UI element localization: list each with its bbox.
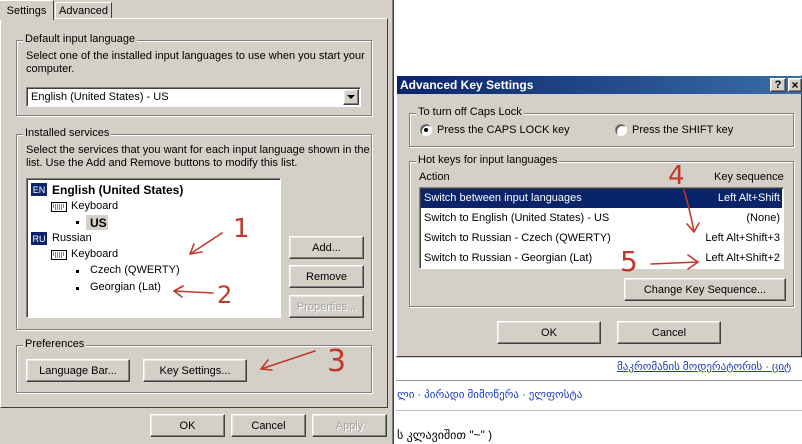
change-key-sequence-button[interactable]: Change Key Sequence...: [624, 278, 786, 301]
keyboard-icon: [51, 250, 67, 260]
close-icon: ×: [791, 78, 799, 92]
table-row[interactable]: Switch between input languages Left Alt+…: [421, 189, 782, 208]
table-row[interactable]: Switch to Russian - Czech (QWERTY) Left …: [421, 229, 782, 248]
background-link-line1[interactable]: მაკრომანის მოდერატორის · ციტ: [617, 360, 791, 373]
advanced-cancel-button[interactable]: Cancel: [617, 321, 721, 344]
help-button[interactable]: ?: [770, 78, 786, 92]
bullet-icon: [76, 270, 79, 273]
caps-option-2[interactable]: Press the SHIFT key: [632, 124, 733, 136]
bullet-icon: [76, 287, 79, 290]
tree-ru-keyboard[interactable]: Keyboard: [71, 248, 118, 260]
row-key: Left Alt+Shift+2: [705, 252, 780, 264]
radio-dot: [424, 128, 428, 132]
background-divider-2: [396, 380, 802, 381]
installed-services-title: Installed services: [23, 127, 112, 139]
background-text-line3: ს კლავიშით "~" ): [397, 428, 493, 442]
tree-ru-czech[interactable]: Czech (QWERTY): [90, 264, 180, 276]
advanced-ok-button[interactable]: OK: [497, 321, 601, 344]
chevron-down-icon: [347, 94, 355, 99]
services-tree[interactable]: EN English (United States) Keyboard US R…: [26, 178, 281, 318]
properties-button[interactable]: Properties...: [289, 295, 364, 318]
default-input-title: Default input language: [23, 33, 138, 45]
key-settings-button[interactable]: Key Settings...: [143, 359, 247, 382]
tree-russian-label[interactable]: Russian: [52, 232, 92, 244]
table-row[interactable]: Switch to Russian - Georgian (Lat) Left …: [421, 249, 782, 268]
caps-option-1[interactable]: Press the CAPS LOCK key: [437, 124, 570, 136]
advanced-title: Advanced Key Settings: [400, 78, 534, 92]
default-input-desc: Select one of the installed input langua…: [26, 50, 365, 75]
dropdown-arrow-button[interactable]: [343, 89, 359, 105]
caps-radio-1[interactable]: [420, 124, 432, 136]
background-divider-3: [396, 410, 802, 411]
apply-button[interactable]: Apply: [312, 414, 387, 437]
caps-radio-2[interactable]: [615, 124, 627, 136]
tree-ru-georgian[interactable]: Georgian (Lat): [90, 281, 161, 293]
row-key: (None): [746, 212, 780, 224]
keyboard-icon: [51, 202, 67, 212]
remove-button[interactable]: Remove: [289, 265, 364, 288]
ru-badge: RU: [31, 232, 47, 245]
close-button[interactable]: ×: [788, 78, 802, 92]
row-key: Left Alt+Shift+3: [705, 232, 780, 244]
language-bar-button[interactable]: Language Bar...: [26, 359, 130, 382]
tree-en-us[interactable]: US: [90, 216, 107, 230]
default-language-select[interactable]: English (United States) - US: [26, 87, 361, 107]
row-action: Switch to Russian - Czech (QWERTY): [424, 232, 611, 244]
tree-en-keyboard[interactable]: Keyboard: [71, 200, 118, 212]
installed-services-desc: Select the services that you want for ea…: [26, 144, 370, 169]
tab-settings-label: Settings: [6, 4, 47, 17]
tree-english-label[interactable]: English (United States): [52, 183, 183, 197]
advanced-titlebar[interactable]: Advanced Key Settings: [397, 76, 802, 94]
default-language-value: English (United States) - US: [31, 91, 169, 103]
background-link-line2[interactable]: ლი · პირადი მიმოწერა · ელფოსტა: [397, 388, 582, 401]
tab-advanced[interactable]: Advanced: [55, 2, 112, 18]
row-action: Switch between input languages: [424, 192, 582, 204]
row-key: Left Alt+Shift: [717, 192, 780, 204]
row-action: Switch to Russian - Georgian (Lat): [424, 252, 593, 264]
cancel-button[interactable]: Cancel: [231, 414, 306, 437]
caps-lock-title: To turn off Caps Lock: [416, 106, 524, 118]
en-badge: EN: [31, 183, 47, 196]
add-button[interactable]: Add...: [289, 236, 364, 259]
row-action: Switch to English (United States) - US: [424, 212, 610, 224]
tab-settings[interactable]: Settings: [0, 0, 54, 20]
tab-advanced-label: Advanced: [59, 4, 108, 17]
col-key-header: Key sequence: [714, 171, 784, 183]
ok-button[interactable]: OK: [150, 414, 225, 437]
col-action-header: Action: [419, 171, 450, 183]
bullet-icon: [76, 221, 79, 224]
hotkeys-title: Hot keys for input languages: [416, 154, 560, 166]
preferences-title: Preferences: [23, 338, 87, 350]
hotkeys-list[interactable]: Switch between input languages Left Alt+…: [419, 187, 784, 269]
table-row[interactable]: Switch to English (United States) - US (…: [421, 209, 782, 228]
